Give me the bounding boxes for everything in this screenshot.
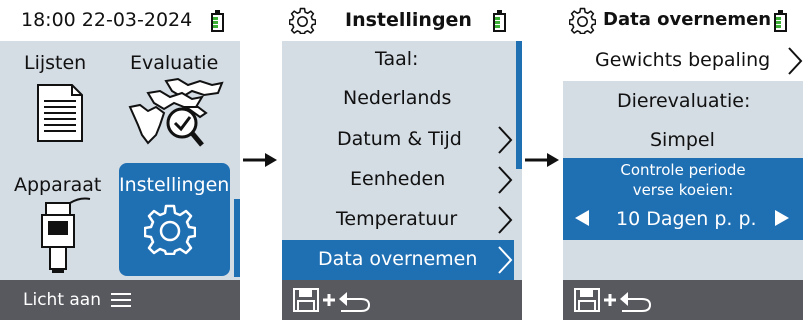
chevron-right-icon (498, 246, 513, 274)
light-toggle-label[interactable]: Licht aan (23, 290, 101, 310)
evaluation-label: Dierevaluatie: (617, 90, 751, 112)
settings-list: Taal: Nederlands Datum & Tijd Eenheden T… (282, 41, 522, 280)
menu-item-data-overnemen[interactable]: Data overnemen (282, 240, 514, 280)
period-value: 10 Dagen p. p. (616, 208, 757, 230)
menu-item-label: Data overnemen (318, 248, 478, 270)
tile-instellingen[interactable]: Instellingen (119, 163, 230, 276)
device-probe-icon (41, 197, 91, 273)
arrow-right-icon (243, 153, 277, 167)
return-icon (339, 292, 371, 312)
save-icon (574, 288, 600, 312)
scrollbar[interactable] (234, 199, 240, 277)
tile-lijsten[interactable]: Lijsten (0, 41, 118, 159)
arrow-right-icon[interactable] (775, 210, 789, 226)
menu-item-label: Temperatuur (336, 208, 458, 230)
menu-item-label: Gewichts bepaling (595, 49, 771, 71)
chevron-right-icon (788, 47, 803, 75)
save-return-icon[interactable] (293, 287, 373, 313)
gear-icon (144, 204, 196, 255)
menu-item-eenheden[interactable]: Eenheden (282, 160, 514, 200)
chevron-right-icon (498, 166, 513, 194)
language-label: Taal: (375, 48, 419, 70)
cows-evaluation-icon (128, 77, 224, 147)
return-icon (620, 292, 652, 312)
tile-evaluatie[interactable]: Evaluatie (118, 41, 236, 159)
chevron-right-icon (498, 126, 513, 154)
evaluation-panel: Dierevaluatie: Simpel Controle periode v… (563, 81, 803, 240)
tile-label: Instellingen (119, 174, 230, 196)
footer-bar: Licht aan (0, 280, 240, 320)
gear-icon (289, 7, 316, 34)
status-bar: 18:00 22-03-2024 (0, 0, 240, 41)
battery-icon (211, 10, 224, 32)
menu-grid: Lijsten Evaluatie Apparaat Instellingen (0, 41, 240, 280)
tile-label: Evaluatie (130, 52, 219, 74)
period-label: Controle periode verse koeien: (620, 161, 746, 199)
page-title: Data overnemen (603, 9, 772, 30)
data-transfer-screen: Data overnemen Gewichts bepaling Diereva… (563, 0, 803, 320)
settings-screen: Instellingen Taal: Nederlands Datum & Ti… (282, 0, 522, 320)
language-value: Nederlands (343, 87, 452, 109)
page-title: Instellingen (345, 9, 472, 31)
menu-item-language[interactable]: Nederlands (282, 79, 514, 119)
list-document-icon (37, 84, 83, 142)
menu-item-label: Eenheden (350, 168, 446, 190)
title-bar: Instellingen (282, 0, 522, 41)
tile-apparaat[interactable]: Apparaat (0, 161, 118, 279)
menu-item-label: Datum & Tijd (337, 128, 462, 150)
gear-icon (569, 7, 596, 34)
empty-area (563, 240, 803, 280)
evaluation-value[interactable]: Simpel (650, 129, 715, 151)
menu-item-datum-tijd[interactable]: Datum & Tijd (282, 120, 514, 160)
footer-bar (282, 280, 522, 320)
title-bar: Data overnemen (563, 0, 803, 41)
plus-icon (604, 294, 616, 306)
datetime-label: 18:00 22-03-2024 (21, 9, 193, 31)
save-icon (293, 288, 319, 312)
battery-icon (774, 10, 787, 32)
save-return-icon[interactable] (574, 287, 654, 313)
arrow-left-icon[interactable] (575, 210, 589, 226)
tile-label: Apparaat (14, 174, 102, 196)
chevron-right-icon (498, 206, 513, 234)
battery-icon (493, 10, 506, 32)
tile-label: Lijsten (24, 52, 87, 74)
period-selector[interactable]: Controle periode verse koeien: 10 Dagen … (563, 158, 803, 240)
menu-item-temperatuur[interactable]: Temperatuur (282, 200, 514, 240)
plus-icon (323, 294, 335, 306)
arrow-right-icon (525, 153, 559, 167)
footer-bar (563, 280, 803, 320)
menu-item-gewichts-bepaling[interactable]: Gewichts bepaling (563, 41, 803, 81)
scrollbar[interactable] (516, 41, 522, 169)
main-menu-screen: 18:00 22-03-2024 Lijsten Evaluatie Appar… (0, 0, 240, 320)
menu-icon[interactable] (111, 292, 131, 308)
